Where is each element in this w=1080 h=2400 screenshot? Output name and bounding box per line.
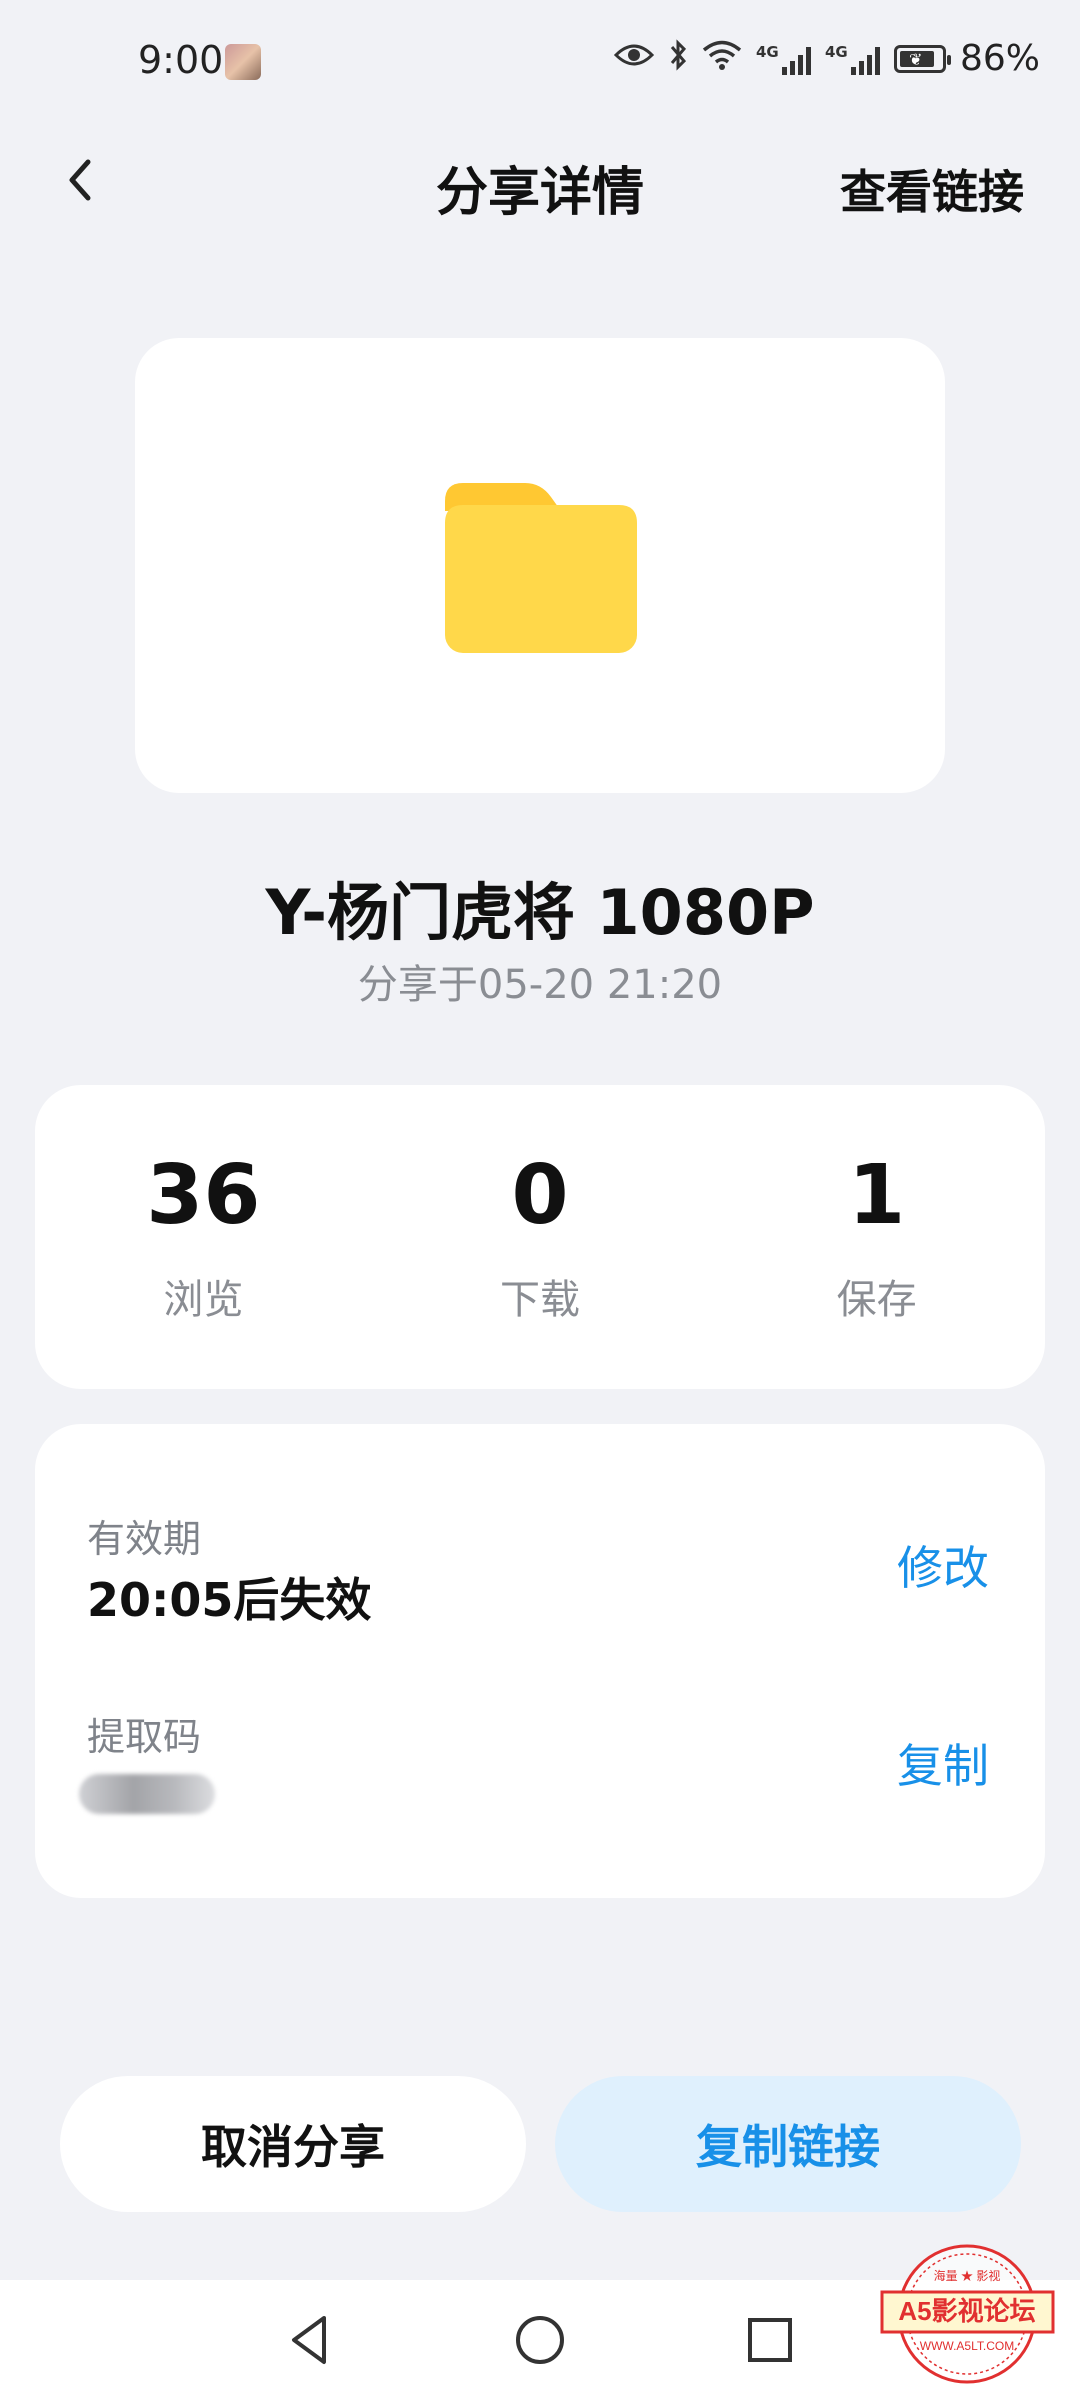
bluetooth-icon [668, 38, 688, 79]
modify-button[interactable]: 修改 [897, 1532, 989, 1598]
validity-label: 有效期 [87, 1517, 202, 1561]
battery-icon: ❦ [893, 44, 951, 73]
network-tag: 4G [824, 42, 848, 61]
file-preview-card [135, 338, 945, 793]
status-icons: 4G 4G ❦ 86% [613, 38, 1040, 79]
leaf-icon: ❦ [908, 49, 923, 69]
nav-home-icon[interactable] [510, 2310, 570, 2370]
view-link-button[interactable]: 查看链接 [840, 156, 1024, 222]
extraction-code-label: 提取码 [87, 1715, 202, 1759]
status-time: 9:00 [138, 38, 224, 82]
cancel-share-button[interactable]: 取消分享 [60, 2076, 526, 2212]
stat-downloads: 0 下载 [372, 1085, 709, 1389]
stat-label: 下载 [500, 1277, 580, 1323]
signal-4g-icon: 4G [756, 43, 811, 75]
validity-value: 20:05后失效 [87, 1573, 372, 1627]
file-name: Y-杨门虎将 1080P [265, 876, 815, 949]
watermark-top-text: 海量 ★ 影视 [934, 2268, 1001, 2283]
signal-4g-icon: 4G [825, 43, 880, 75]
stat-value: 1 [848, 1148, 906, 1243]
nav-back-icon[interactable] [280, 2310, 340, 2370]
stat-label: 保存 [836, 1277, 917, 1323]
stat-value: 36 [146, 1148, 261, 1243]
stats-card: 36 浏览 0 下载 1 保存 [35, 1085, 1045, 1389]
watermark-stamp: 海量 ★ 影视 A5影视论坛 WWW.A5LT.COM [880, 2244, 1055, 2384]
network-tag: 4G [755, 42, 779, 61]
copy-link-button[interactable]: 复制链接 [555, 2076, 1021, 2212]
battery-percent: 86% [959, 38, 1040, 79]
extraction-code-redacted [79, 1774, 215, 1814]
stat-label: 浏览 [163, 1277, 244, 1323]
eye-icon [613, 41, 655, 77]
wifi-icon [702, 39, 742, 79]
copy-code-button[interactable]: 复制 [897, 1730, 989, 1796]
stat-views: 36 浏览 [35, 1085, 372, 1389]
watermark-url: WWW.A5LT.COM [920, 2339, 1014, 2353]
avatar-icon [225, 44, 261, 80]
status-bar: 9:00 4G 4G ❦ 86% [0, 0, 1080, 130]
share-details-card: 有效期 20:05后失效 修改 提取码 复制 [35, 1424, 1045, 1898]
stat-value: 0 [511, 1148, 569, 1243]
watermark-text: A5影视论坛 [898, 2296, 1035, 2326]
share-time: 分享于05-20 21:20 [357, 962, 723, 1008]
stat-saves: 1 保存 [708, 1085, 1045, 1389]
nav-recent-icon[interactable] [740, 2310, 800, 2370]
folder-icon [445, 483, 637, 653]
